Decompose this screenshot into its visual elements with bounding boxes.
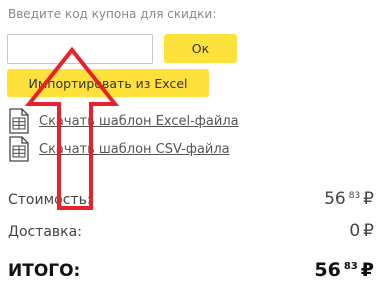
import-excel-label: Импортировать из Excel xyxy=(28,75,188,91)
delivery-value: 0 ₽ xyxy=(349,221,374,241)
cost-label: Стоимость: xyxy=(8,192,92,208)
ruble-icon: ₽ xyxy=(360,259,374,281)
cost-value: 56 83 ₽ xyxy=(324,189,374,209)
total-main: 56 xyxy=(314,259,341,281)
total-kopecks: 83 xyxy=(343,261,358,272)
import-excel-button[interactable]: Импортировать из Excel xyxy=(7,69,209,97)
download-csv-template-link[interactable]: Скачать шаблон CSV-файла xyxy=(39,142,230,157)
cost-kopecks: 83 xyxy=(348,191,361,201)
delivery-label: Доставка: xyxy=(8,224,82,240)
csv-file-icon xyxy=(9,136,29,162)
coupon-ok-button[interactable]: Ок xyxy=(164,34,237,63)
ruble-icon: ₽ xyxy=(363,189,374,209)
coupon-input[interactable] xyxy=(7,34,153,64)
download-excel-template-link[interactable]: Скачать шаблон Excel-файла xyxy=(39,114,239,129)
cost-main: 56 xyxy=(324,189,346,209)
coupon-label: Введите код купона для скидки: xyxy=(8,7,217,21)
delivery-amount: 0 xyxy=(349,221,361,241)
coupon-ok-label: Ок xyxy=(191,41,210,56)
ruble-icon: ₽ xyxy=(363,221,374,241)
excel-file-icon xyxy=(9,108,29,134)
total-value: 56 83 ₽ xyxy=(314,259,374,281)
total-label: ИТОГО: xyxy=(8,261,81,281)
